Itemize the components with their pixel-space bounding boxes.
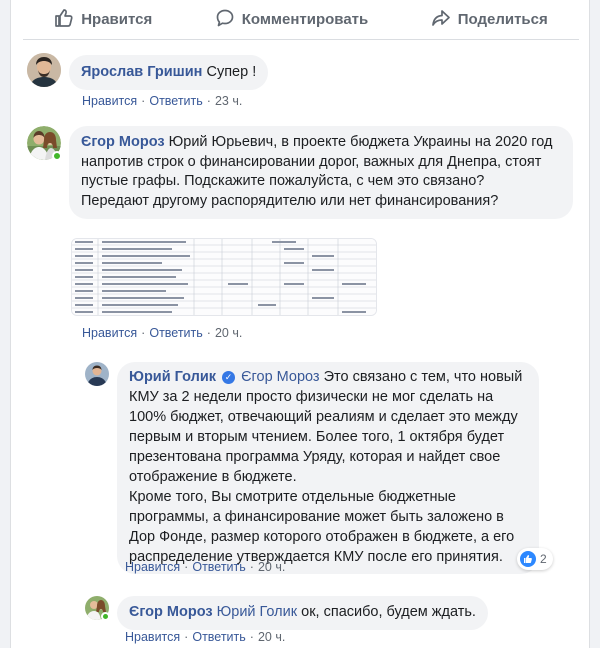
comment-item: Єгор Мороз Юрий Юрьевич, в проекте бюдже… [27, 126, 573, 219]
comment-like-link[interactable]: Нравится [82, 326, 137, 340]
comment-time[interactable]: 20 ч. [258, 630, 285, 644]
comment-reply-link[interactable]: Ответить [192, 560, 245, 574]
avatar[interactable] [27, 126, 62, 161]
verified-badge-icon: ✓ [222, 371, 236, 384]
comment-meta: Нравится · Ответить · 20 ч. [82, 326, 243, 340]
reaction-count: 2 [540, 552, 547, 566]
post-action-bar: Нравится Комментировать Поделиться [23, 0, 579, 40]
comment-time[interactable]: 20 ч. [258, 560, 285, 574]
online-status-indicator [52, 151, 62, 161]
post-card: Нравится Комментировать Поделиться Яросл… [10, 0, 590, 648]
comment-reply-link[interactable]: Ответить [192, 630, 245, 644]
comment-bubble: Єгор Мороз Юрий Юрьевич, в проекте бюдже… [69, 126, 573, 219]
comment-button[interactable]: Комментировать [205, 2, 379, 38]
comment-button-label: Комментировать [241, 11, 369, 28]
avatar[interactable] [27, 53, 61, 87]
comment-reply-link[interactable]: Ответить [149, 94, 202, 108]
comment-text: ок, спасибо, будем ждать. [301, 604, 476, 620]
comment-time[interactable]: 20 ч. [215, 326, 242, 340]
comment-meta: Нравится · Ответить · 23 ч. [82, 94, 243, 108]
comment-reply-link[interactable]: Ответить [149, 326, 202, 340]
like-button[interactable]: Нравится [44, 2, 162, 38]
comment-bubble: Єгор Мороз Юрий Голик ок, спасибо, будем… [117, 596, 488, 630]
comment-like-link[interactable]: Нравится [82, 94, 137, 108]
comment-like-link[interactable]: Нравится [125, 630, 180, 644]
share-arrow-icon [431, 8, 451, 32]
comment-meta: Нравится · Ответить · 20 ч. [125, 560, 286, 574]
comment-author[interactable]: Єгор Мороз [129, 604, 213, 620]
comment-bubble: Ярослав Гришин Супер ! [69, 55, 269, 90]
online-status-indicator [101, 612, 110, 621]
comment-text: Это связано с тем, что новый КМУ за 2 не… [129, 369, 523, 485]
comment-bubble: Юрий Голик ✓ Єгор Мороз Это связано с те… [117, 362, 539, 574]
comment-author[interactable]: Ярослав Гришин [81, 64, 202, 80]
reply-item: Юрий Голик ✓ Єгор Мороз Это связано с те… [85, 362, 539, 574]
like-reaction-icon [520, 551, 536, 567]
comment-mention[interactable]: Єгор Мороз [241, 369, 319, 385]
thumbs-up-icon [54, 8, 74, 32]
comment-time[interactable]: 23 ч. [215, 94, 242, 108]
share-button[interactable]: Поделиться [421, 2, 558, 38]
avatar[interactable] [85, 596, 110, 621]
comment-author[interactable]: Юрий Голик [129, 369, 216, 385]
share-button-label: Поделиться [457, 11, 548, 28]
reply-item: Єгор Мороз Юрий Голик ок, спасибо, будем… [85, 596, 488, 630]
comment-text: Супер ! [206, 64, 257, 80]
comment-meta: Нравится · Ответить · 20 ч. [125, 630, 286, 644]
like-button-label: Нравится [81, 11, 153, 28]
comment-item: Ярослав Гришин Супер ! [27, 53, 269, 90]
avatar[interactable] [85, 362, 109, 386]
comment-bubble-icon [215, 8, 235, 32]
comment-mention[interactable]: Юрий Голик [217, 604, 297, 620]
comment-text-second-paragraph: Кроме того, Вы смотрите отдельные бюджет… [129, 489, 515, 565]
reaction-count-badge[interactable]: 2 [517, 548, 553, 570]
comment-author[interactable]: Єгор Мороз [81, 134, 165, 150]
comment-like-link[interactable]: Нравится [125, 560, 180, 574]
comment-text-second-paragraph: Передают другому распорядителю или нет ф… [81, 192, 499, 209]
comment-attachment-image[interactable] [71, 238, 377, 316]
